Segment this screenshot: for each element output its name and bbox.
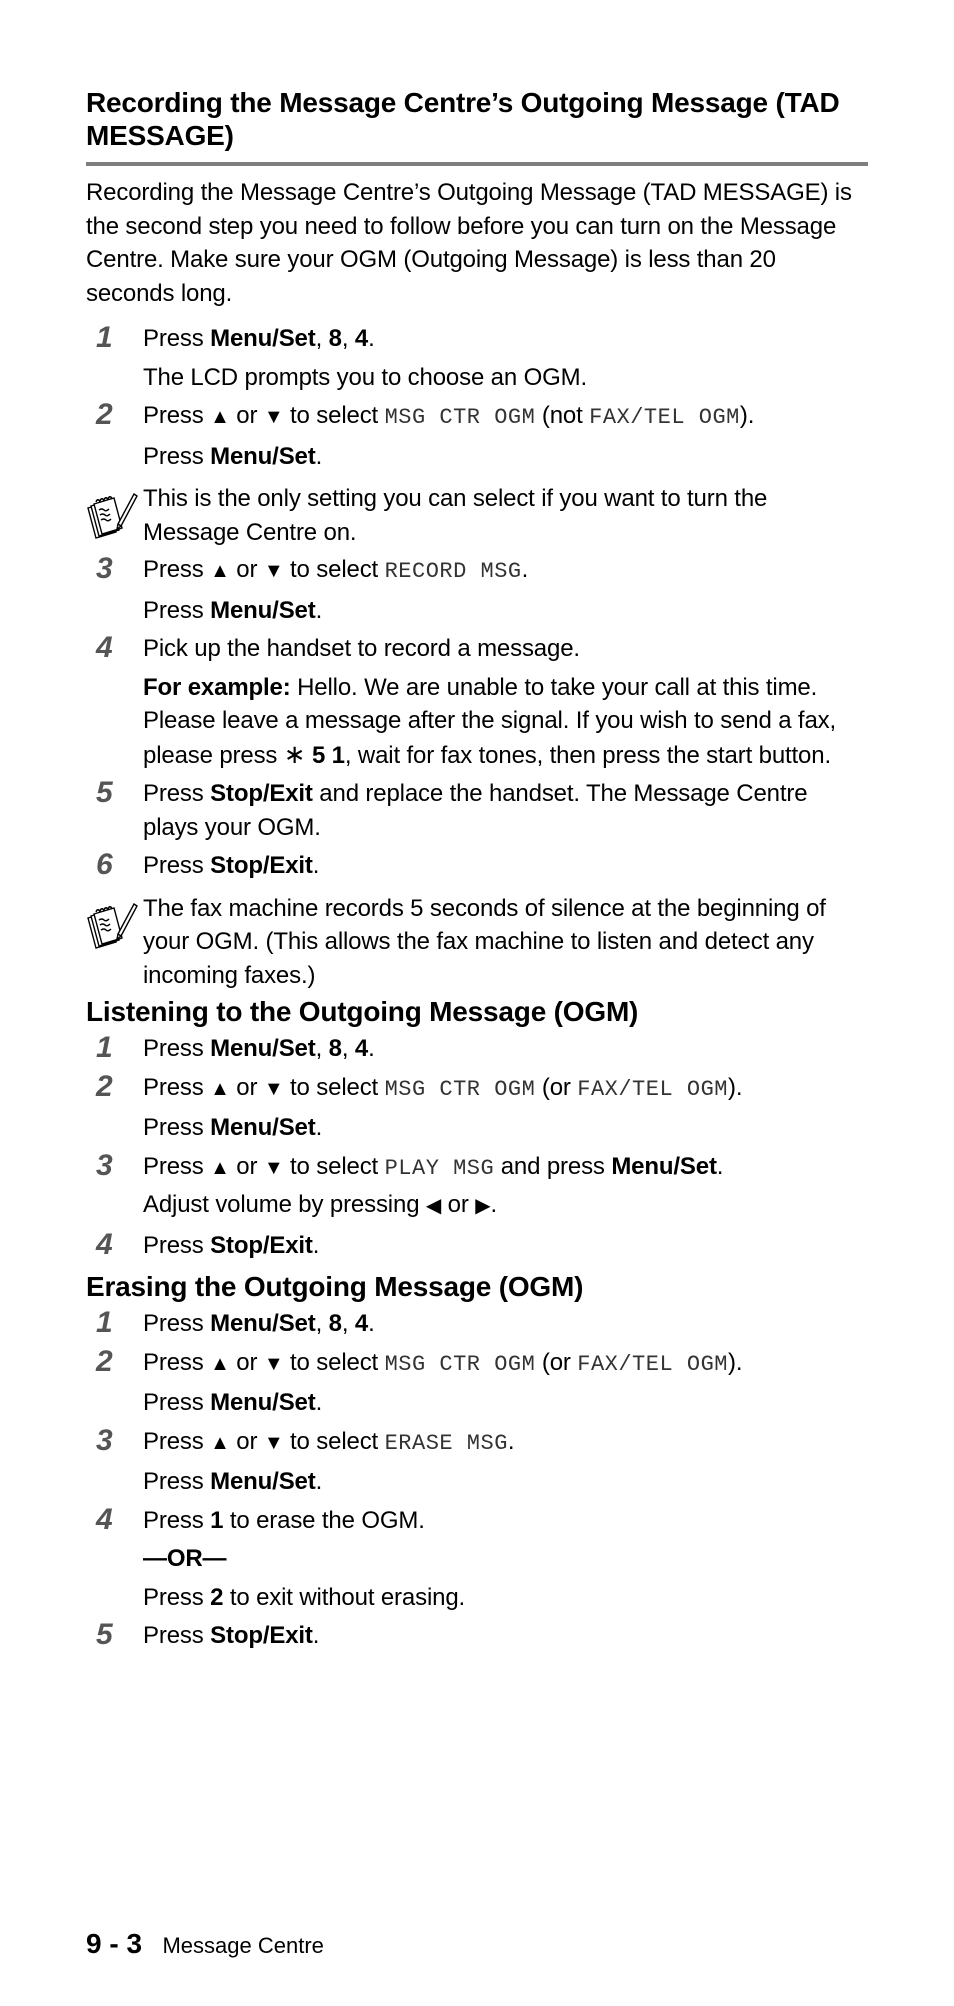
lcd-text: MSG CTR OGM [384, 1076, 536, 1102]
step-2: 2 Press ▲ or ▼ to select MSG CTR OGM (no… [86, 397, 868, 476]
page-footer: 9 - 3 Message Centre [86, 1928, 324, 1960]
step-number: 5 [96, 776, 113, 809]
step-number: 4 [96, 1502, 113, 1536]
down-arrow-icon: ▼ [263, 560, 284, 582]
step-subtext: Press Menu/Set. [143, 1389, 323, 1416]
right-arrow-icon: ▶ [475, 1195, 491, 1217]
step-number: 2 [96, 398, 113, 431]
step-text: Press ▲ or ▼ to select MSG CTR OGM (or F… [143, 1073, 743, 1102]
note-text: The fax machine records 5 seconds of sil… [143, 894, 826, 989]
lcd-text: PLAY MSG [384, 1155, 495, 1181]
manual-page: Recording the Message Centre’s Outgoing … [86, 86, 868, 1656]
up-arrow-icon: ▲ [210, 1156, 230, 1179]
step-text: Press ▲ or ▼ to select RECORD MSG. [143, 556, 529, 584]
note-text: This is the only setting you can select … [143, 485, 768, 546]
left-arrow-icon: ◀ [425, 1195, 442, 1217]
step-text: Pick up the handset to record a message. [143, 635, 580, 662]
step-number: 3 [96, 552, 113, 585]
step-number: 5 [96, 1618, 113, 1651]
step-1: 1 Press Menu/Set, 8, 4. The LCD prompts … [86, 320, 868, 397]
step-text: Press 1 to erase the OGM. [143, 1506, 425, 1534]
lcd-text: FAX/TEL OGM [577, 1351, 728, 1377]
step-text: Press Stop/Exit. [143, 1231, 320, 1259]
down-arrow-icon: ▼ [263, 1431, 284, 1454]
up-arrow-icon: ▲ [210, 1352, 230, 1375]
step-2: 2 Press ▲ or ▼ to select MSG CTR OGM (or… [86, 1069, 868, 1148]
down-arrow-icon: ▼ [263, 406, 284, 428]
or-separator: —OR— [143, 1545, 227, 1572]
lcd-text: FAX/TEL OGM [577, 1076, 728, 1102]
note-pad-icon [84, 898, 138, 952]
down-arrow-icon: ▼ [263, 1077, 284, 1100]
intro-paragraph: Recording the Message Centre’s Outgoing … [86, 179, 852, 307]
step-number: 2 [96, 1344, 113, 1378]
lcd-text: MSG CTR OGM [384, 1351, 536, 1377]
step-4: 4 Press 1 to erase the OGM. —OR— Press 2… [86, 1502, 868, 1618]
up-arrow-icon: ▲ [210, 1077, 230, 1100]
page-number: 9 - 3 [86, 1928, 143, 1959]
key-4: 4 [354, 325, 369, 352]
down-arrow-icon: ▼ [263, 1156, 284, 1179]
footer-section-name: Message Centre [162, 1933, 324, 1958]
step-text: Press ▲ or ▼ to select PLAY MSG and pres… [143, 1152, 724, 1181]
step-6: 6 Press Stop/Exit. [86, 847, 868, 886]
step-number: 4 [96, 631, 113, 664]
step-1: 1 Press Menu/Set, 8, 4. [86, 1030, 868, 1069]
key-stop-exit: Stop/Exit [210, 852, 313, 879]
step-number: 3 [96, 1423, 113, 1457]
lcd-text: ERASE MSG [384, 1430, 508, 1456]
up-arrow-icon: ▲ [210, 406, 230, 428]
step-number: 1 [96, 321, 113, 354]
step-text: Press ▲ or ▼ to select ERASE MSG. [143, 1427, 515, 1456]
step-number: 2 [96, 1069, 113, 1103]
title-divider [86, 162, 868, 166]
lcd-text: MSG CTR OGM [384, 405, 536, 430]
step-2: 2 Press ▲ or ▼ to select MSG CTR OGM (or… [86, 1344, 868, 1423]
step-number: 1 [96, 1306, 113, 1339]
step-subtext: Press Menu/Set. [143, 1114, 323, 1141]
section-title-listening: Listening to the Outgoing Message (OGM) [86, 996, 639, 1027]
step-subtext: Press Menu/Set. [143, 442, 323, 470]
note-pad-icon [84, 488, 138, 542]
step-text: Press Menu/Set, 8, 4. [143, 1310, 375, 1337]
step-alt-text: Press 2 to exit without erasing. [143, 1583, 466, 1611]
step-text: Press Menu/Set, 8, 4. [143, 325, 375, 352]
step-text: Press Stop/Exit. [143, 852, 320, 879]
step-5: 5 Press Stop/Exit. [86, 1617, 868, 1656]
step-text: Press ▲ or ▼ to select MSG CTR OGM (not … [143, 402, 755, 430]
star-key-icon: ∗ [283, 738, 306, 769]
lcd-text: FAX/TEL OGM [589, 405, 740, 430]
step-number: 6 [96, 848, 113, 881]
step-number: 3 [96, 1148, 113, 1182]
lcd-text: RECORD MSG [384, 559, 522, 584]
step-4: 4 Press Stop/Exit. [86, 1227, 868, 1266]
example-text: For example: Hello. We are unable to tak… [143, 673, 837, 769]
key-stop-exit: Stop/Exit [210, 780, 313, 807]
section-title-recording: Recording the Message Centre’s Outgoing … [86, 87, 840, 151]
step-5: 5 Press Stop/Exit and replace the handse… [86, 775, 868, 847]
volume-text: Adjust volume by pressing ◀ or ▶. [143, 1191, 497, 1218]
section-title-erasing: Erasing the Outgoing Message (OGM) [86, 1271, 584, 1302]
step-number: 4 [96, 1227, 113, 1261]
step-3: 3 Press ▲ or ▼ to select PLAY MSG and pr… [86, 1148, 868, 1227]
step-text: Press ▲ or ▼ to select MSG CTR OGM (or F… [143, 1348, 743, 1377]
key-8: 8 [328, 325, 342, 352]
step-4: 4 Pick up the handset to record a messag… [86, 630, 868, 775]
step-text: Press Menu/Set, 8, 4. [143, 1035, 375, 1062]
note-2: The fax machine records 5 seconds of sil… [86, 892, 868, 993]
step-number: 1 [96, 1031, 113, 1064]
note-1: This is the only setting you can select … [86, 482, 868, 549]
step-subtext: Press Menu/Set. [143, 1468, 323, 1495]
down-arrow-icon: ▼ [263, 1352, 284, 1375]
key-menu-set: Menu/Set [210, 325, 316, 352]
step-3: 3 Press ▲ or ▼ to select ERASE MSG. Pres… [86, 1423, 868, 1502]
up-arrow-icon: ▲ [210, 1431, 230, 1454]
step-text: Press Stop/Exit and replace the handset.… [143, 780, 808, 841]
step-1: 1 Press Menu/Set, 8, 4. [86, 1305, 868, 1344]
up-arrow-icon: ▲ [210, 560, 230, 582]
step-3: 3 Press ▲ or ▼ to select RECORD MSG. Pre… [86, 551, 868, 630]
step-text: Press Stop/Exit. [143, 1622, 320, 1649]
step-subtext: Press Menu/Set. [143, 596, 323, 624]
step-subtext: The LCD prompts you to choose an OGM. [143, 363, 587, 391]
